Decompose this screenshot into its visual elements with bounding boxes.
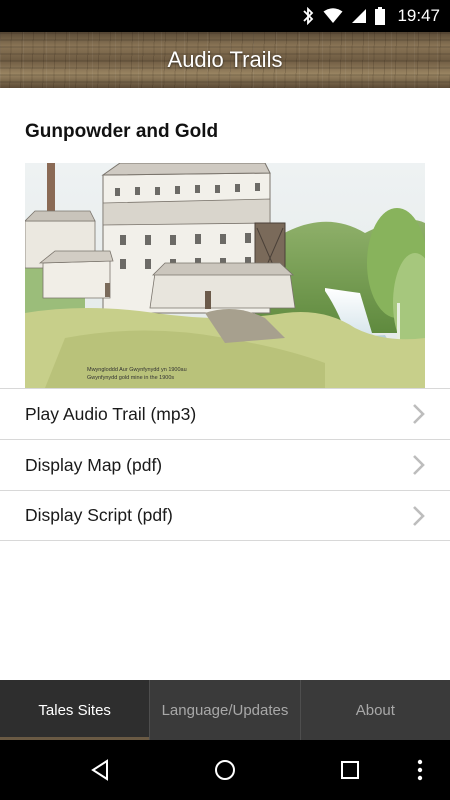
battery-icon bbox=[375, 0, 386, 32]
system-nav-bar bbox=[0, 740, 450, 800]
list-item-label: Display Script (pdf) bbox=[25, 505, 173, 525]
display-script-item[interactable]: Display Script (pdf) bbox=[0, 490, 450, 541]
signal-icon bbox=[351, 0, 367, 32]
display-map-item[interactable]: Display Map (pdf) bbox=[0, 439, 450, 490]
home-icon[interactable] bbox=[195, 740, 255, 800]
tab-tales-sites[interactable]: Tales Sites bbox=[0, 680, 150, 740]
main-content: Gunpowder and Gold Mwyngloddd Aur Gwynfy… bbox=[0, 88, 450, 680]
menu-list: Play Audio Trail (mp3) Display Map (pdf)… bbox=[0, 388, 450, 541]
list-item-label: Display Map (pdf) bbox=[25, 454, 163, 475]
wifi-icon bbox=[323, 0, 343, 32]
hero-image: Mwyngloddd Aur Gwynfynydd yn 1900au Gwyn… bbox=[25, 163, 425, 388]
bluetooth-icon bbox=[301, 0, 315, 32]
app-title: Audio Trails bbox=[167, 47, 283, 72]
tab-about[interactable]: About bbox=[299, 680, 450, 740]
chevron-right-icon bbox=[413, 455, 425, 475]
image-caption-2: Gwynfynydd gold mine in the 1900s bbox=[87, 375, 174, 381]
app-bar: Audio Trails bbox=[0, 32, 450, 88]
list-item-label: Play Audio Trail (mp3) bbox=[25, 403, 197, 424]
status-bar: 19:47 bbox=[0, 0, 450, 32]
page-title: Gunpowder and Gold bbox=[25, 121, 219, 142]
back-icon[interactable] bbox=[70, 740, 130, 800]
chevron-right-icon bbox=[413, 404, 425, 424]
bottom-tab-bar: Tales Sites Language/Updates About bbox=[0, 680, 450, 740]
more-icon[interactable] bbox=[395, 740, 445, 800]
recents-icon[interactable] bbox=[320, 740, 380, 800]
image-caption-1: Mwyngloddd Aur Gwynfynydd yn 1900au bbox=[87, 367, 187, 373]
tab-language-updates[interactable]: Language/Updates bbox=[149, 680, 299, 740]
play-audio-trail-item[interactable]: Play Audio Trail (mp3) bbox=[0, 388, 450, 439]
gold-mine-illustration: Mwyngloddd Aur Gwynfynydd yn 1900au Gwyn… bbox=[25, 163, 425, 388]
chevron-right-icon bbox=[413, 505, 425, 526]
status-time: 19:47 bbox=[397, 6, 440, 25]
